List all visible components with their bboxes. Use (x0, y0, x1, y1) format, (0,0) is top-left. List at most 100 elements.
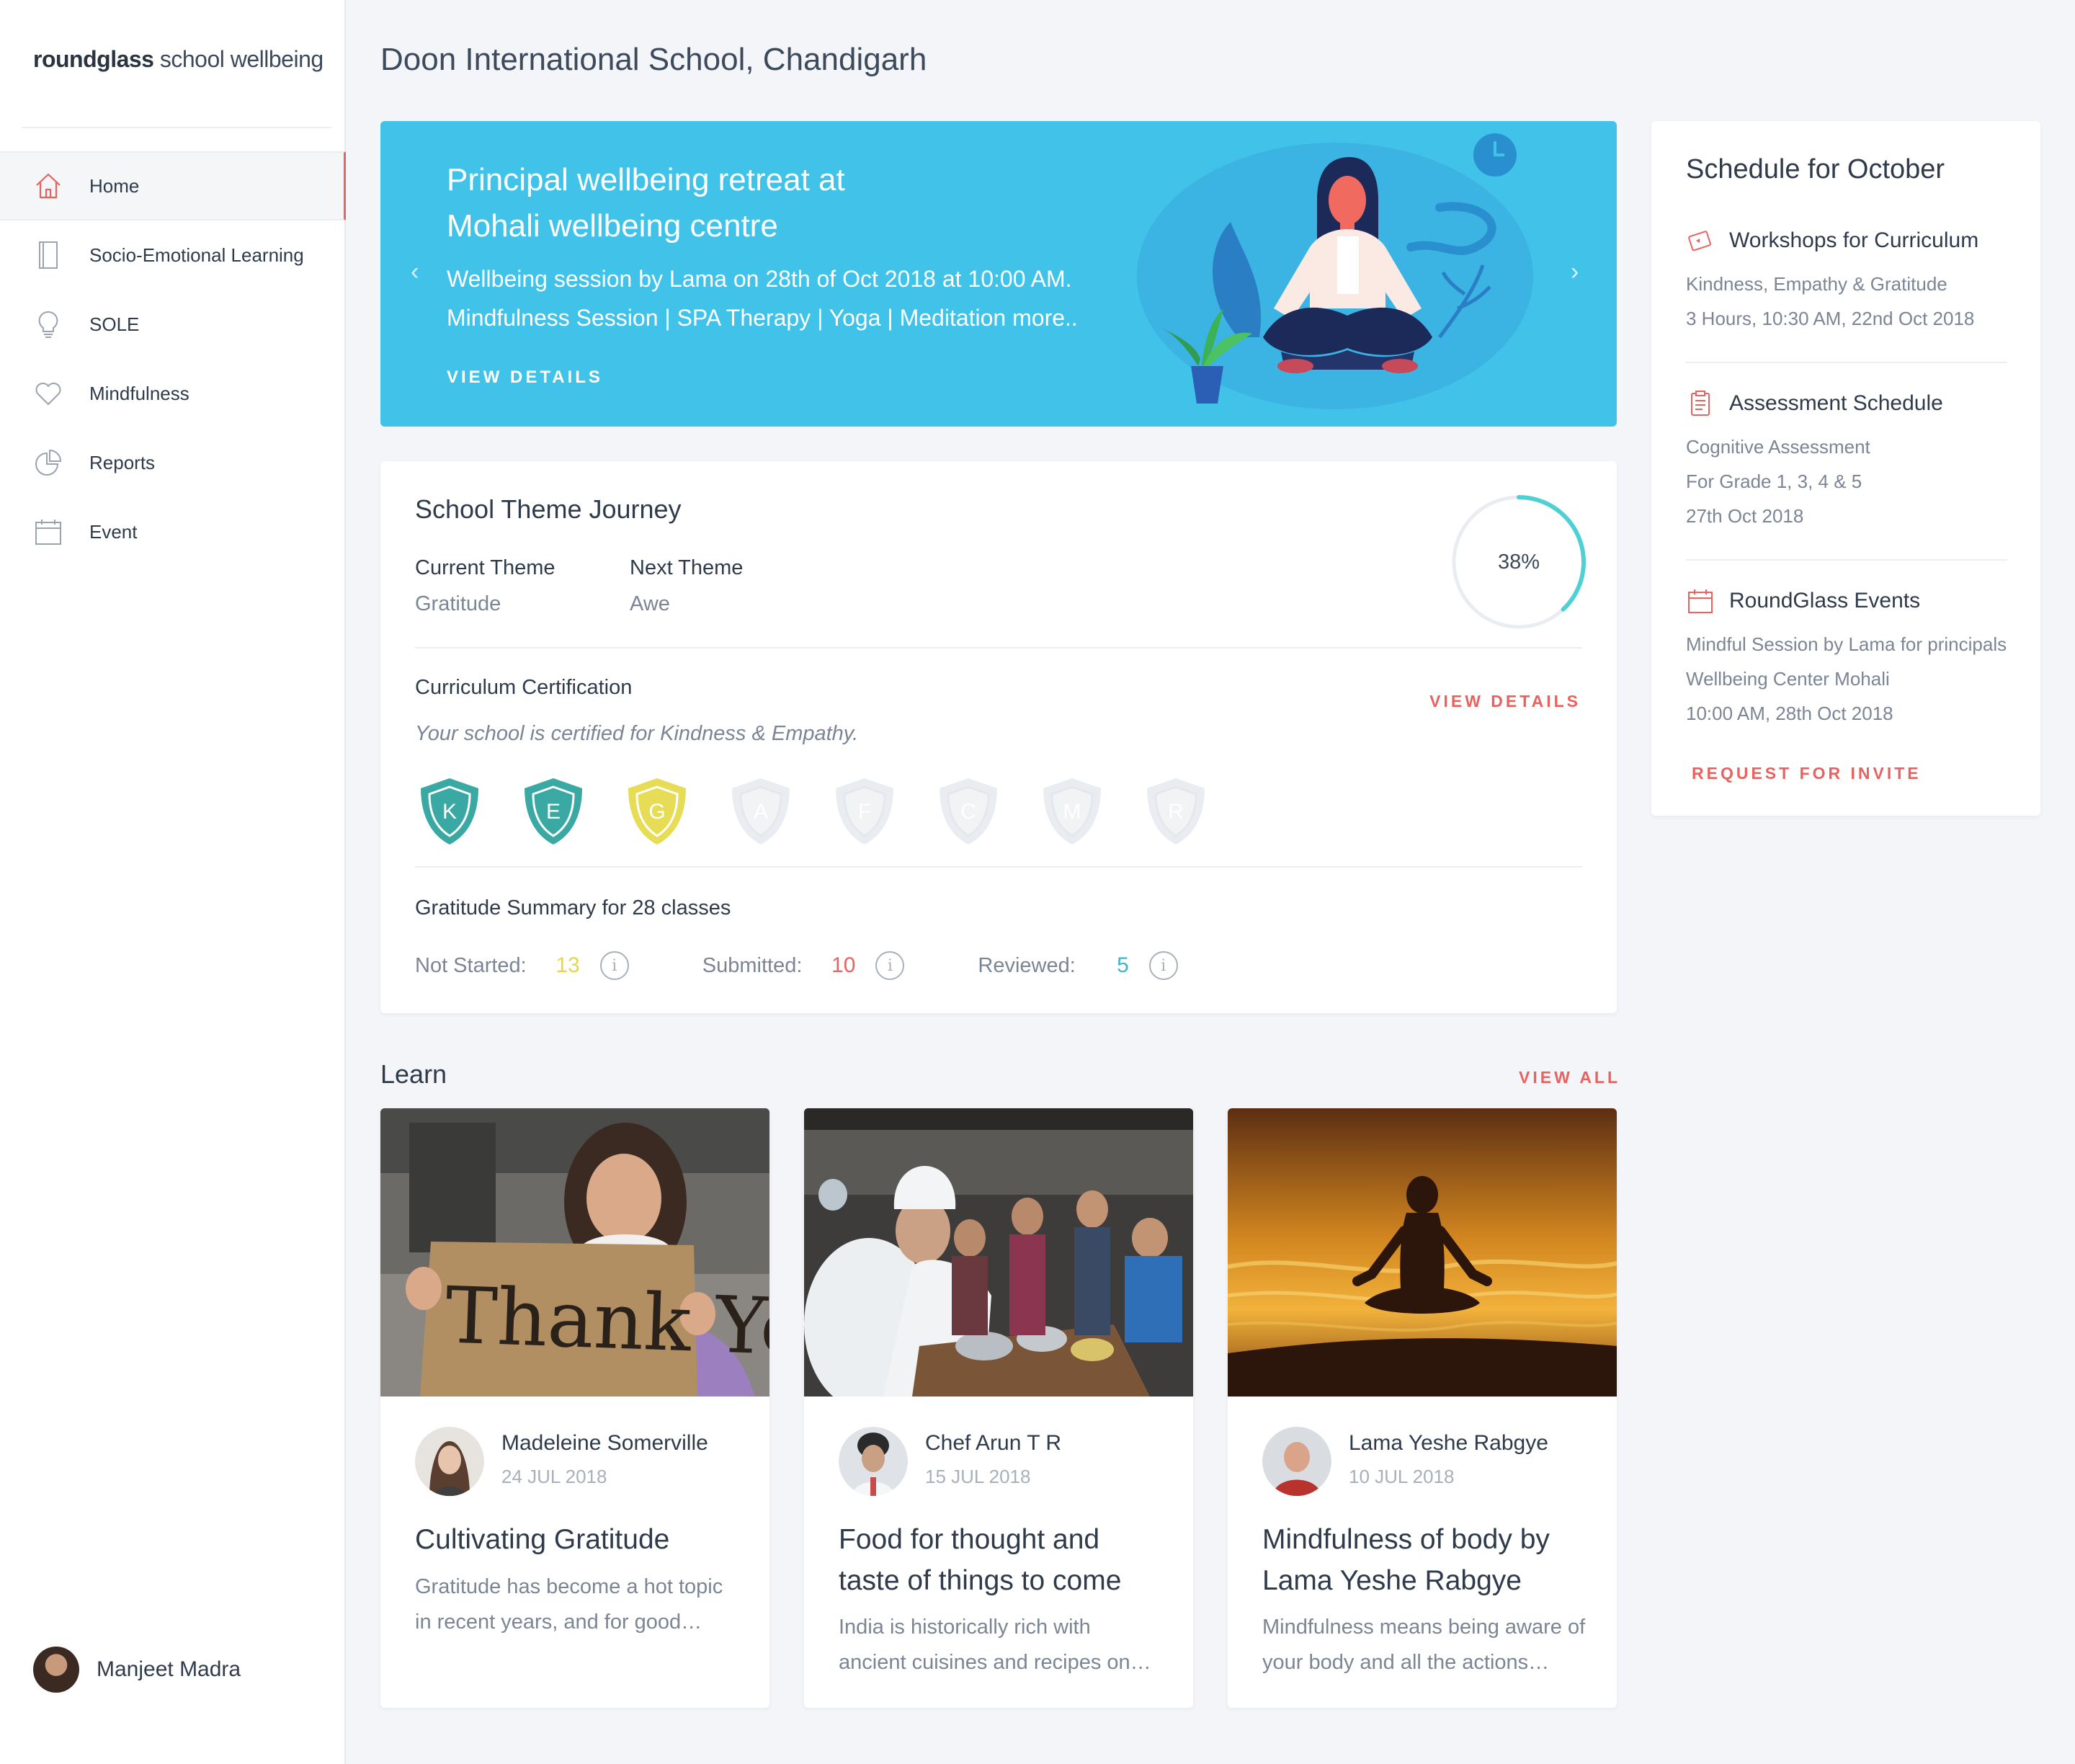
book-icon (33, 240, 63, 270)
badge-k[interactable]: K (415, 775, 484, 847)
article-excerpt: Mindfulness means being aware of your bo… (1262, 1616, 1586, 1674)
meditation-illustration (1137, 133, 1533, 409)
info-icon[interactable]: i (875, 951, 905, 980)
stat-value: 10 (831, 953, 856, 977)
chevron-left-icon[interactable]: ‹ (411, 258, 419, 286)
badge-f[interactable]: F (830, 775, 899, 847)
page-title: Doon International School, Chandigarh (380, 42, 927, 77)
learn-card[interactable]: Lama Yeshe Rabgye 10 JUL 2018 Mindfulnes… (1228, 1108, 1617, 1708)
user-name: Manjeet Madra (97, 1657, 241, 1681)
stat-not-started: Not Started: 13 i (415, 951, 629, 980)
sidebar-item-reports[interactable]: Reports (0, 428, 346, 497)
author-name: Lama Yeshe Rabgye (1349, 1431, 1548, 1455)
user-profile[interactable]: Manjeet Madra (33, 1647, 241, 1693)
stat-label: Reviewed: (978, 953, 1076, 977)
next-theme-value: Awe (630, 592, 670, 615)
badge-c[interactable]: C (934, 775, 1003, 847)
hero-view-details-link[interactable]: VIEW DETAILS (447, 368, 603, 388)
sidebar-item-label: Reports (89, 451, 156, 473)
schedule-item-title: Assessment Schedule (1729, 391, 1943, 415)
badge-letter: F (857, 800, 872, 824)
schedule-item-title: RoundGlass Events (1729, 589, 1921, 612)
badge-letter: K (442, 800, 457, 824)
schedule-item-events[interactable]: RoundGlass Events Mindful Session by Lam… (1686, 585, 2007, 731)
theme-journey-card: School Theme Journey Current Theme Grati… (380, 461, 1617, 1013)
stat-label: Submitted: (702, 953, 803, 977)
thank-you-photo: Thank You (380, 1108, 769, 1396)
sidebar-item-home[interactable]: Home (0, 151, 346, 220)
hero-title: Principal wellbeing retreat at Mohali we… (447, 157, 965, 249)
sidebar-item-sole[interactable]: SOLE (0, 290, 346, 359)
badge-letter: R (1168, 800, 1184, 824)
author-avatar (1262, 1427, 1331, 1496)
divider (415, 647, 1582, 649)
hero-title-line: Principal wellbeing retreat at (447, 162, 845, 197)
divider (1686, 362, 2007, 363)
certification-view-details-link[interactable]: VIEW DETAILS (1429, 692, 1581, 711)
meditation-sunset-photo (1228, 1108, 1617, 1396)
badge-g[interactable]: G (622, 775, 692, 847)
badge-r[interactable]: R (1141, 775, 1210, 847)
heart-icon (33, 378, 63, 409)
pie-chart-icon (33, 447, 63, 478)
current-theme-label: Current Theme (415, 556, 555, 579)
info-icon[interactable]: i (1148, 951, 1178, 980)
certification-description: Your school is certified for Kindness & … (415, 722, 859, 745)
badge-letter: C (960, 800, 976, 824)
sidebar-item-event[interactable]: Event (0, 497, 346, 566)
sidebar-item-mindfulness[interactable]: Mindfulness (0, 359, 346, 428)
schedule-item-header: Workshops for Curriculum (1686, 225, 2007, 257)
badge-e[interactable]: E (519, 775, 588, 847)
sidebar-item-sel[interactable]: Socio-Emotional Learning (0, 220, 346, 290)
stat-value: 13 (555, 953, 580, 977)
author-name: Chef Arun T R (925, 1431, 1061, 1455)
badge-a[interactable]: A (726, 775, 795, 847)
summary-title: Gratitude Summary for 28 classes (415, 896, 731, 919)
hero-title-line: Mohali wellbeing centre (447, 208, 778, 244)
schedule-detail: 3 Hours, 10:30 AM, 22nd Oct 2018 (1686, 308, 1975, 329)
sign-text: Thank You (444, 1270, 769, 1375)
sidebar-item-label: Mindfulness (89, 382, 189, 404)
sidebar-item-label: Socio-Emotional Learning (89, 244, 304, 266)
certification-badges: KEGAFCMR (415, 775, 1245, 847)
current-theme-value: Gratitude (415, 592, 501, 615)
author-avatar (839, 1427, 908, 1496)
schedule-detail: 27th Oct 2018 (1686, 505, 1804, 527)
progress-percent: 38% (1497, 550, 1540, 574)
article-title[interactable]: Cultivating Gratitude (415, 1519, 739, 1560)
chevron-right-icon[interactable]: › (1571, 258, 1579, 286)
badge-letter: A (753, 800, 768, 824)
clipboard-icon (1686, 389, 1715, 418)
badge-m[interactable]: M (1038, 775, 1107, 847)
info-icon[interactable]: i (599, 951, 629, 980)
schedule-detail: Wellbeing Center Mohali (1686, 668, 1890, 690)
post-date: 15 JUL 2018 (925, 1466, 1031, 1487)
calendar-icon (1686, 587, 1715, 615)
schedule-item-header: Assessment Schedule (1686, 388, 2007, 419)
sidebar-item-label: Home (89, 174, 140, 197)
article-excerpt: Gratitude has become a hot topic in rece… (415, 1575, 723, 1634)
post-date: 24 JUL 2018 (501, 1466, 607, 1487)
article-title[interactable]: Mindfulness of body by Lama Yeshe Rabgye (1262, 1519, 1587, 1601)
article-title[interactable]: Food for thought and taste of things to … (839, 1519, 1163, 1601)
schedule-item-assessment[interactable]: Assessment Schedule Cognitive Assessment… (1686, 388, 2007, 533)
schedule-item-details: Mindful Session by Lama for principals W… (1686, 627, 2007, 731)
author-avatar (415, 1427, 484, 1496)
schedule-detail: For Grade 1, 3, 4 & 5 (1686, 471, 1862, 492)
sidebar-item-label: SOLE (89, 313, 140, 335)
hero-banner: ‹ › Principal wellbeing retreat at Mohal… (380, 121, 1617, 427)
learn-card[interactable]: Thank You Madeleine Somerville 24 JUL 20… (380, 1108, 769, 1708)
brand-logo[interactable]: roundglass school wellbeing (33, 46, 323, 73)
divider (1686, 559, 2007, 561)
post-date: 10 JUL 2018 (1349, 1466, 1455, 1487)
stat-submitted: Submitted: 10 i (702, 951, 905, 980)
learn-view-all-link[interactable]: VIEW ALL (1519, 1068, 1620, 1087)
hero-subtitle-line: Mindfulness Session | SPA Therapy | Yoga… (447, 305, 1078, 331)
ticket-icon (1686, 226, 1715, 255)
divider (22, 127, 331, 128)
request-invite-link[interactable]: REQUEST FOR INVITE (1692, 764, 1922, 783)
schedule-item-workshops[interactable]: Workshops for Curriculum Kindness, Empat… (1686, 225, 2007, 336)
badge-letter: E (545, 800, 561, 824)
bulb-icon (33, 309, 63, 339)
learn-card[interactable]: Chef Arun T R 15 JUL 2018 Food for thoug… (804, 1108, 1193, 1708)
